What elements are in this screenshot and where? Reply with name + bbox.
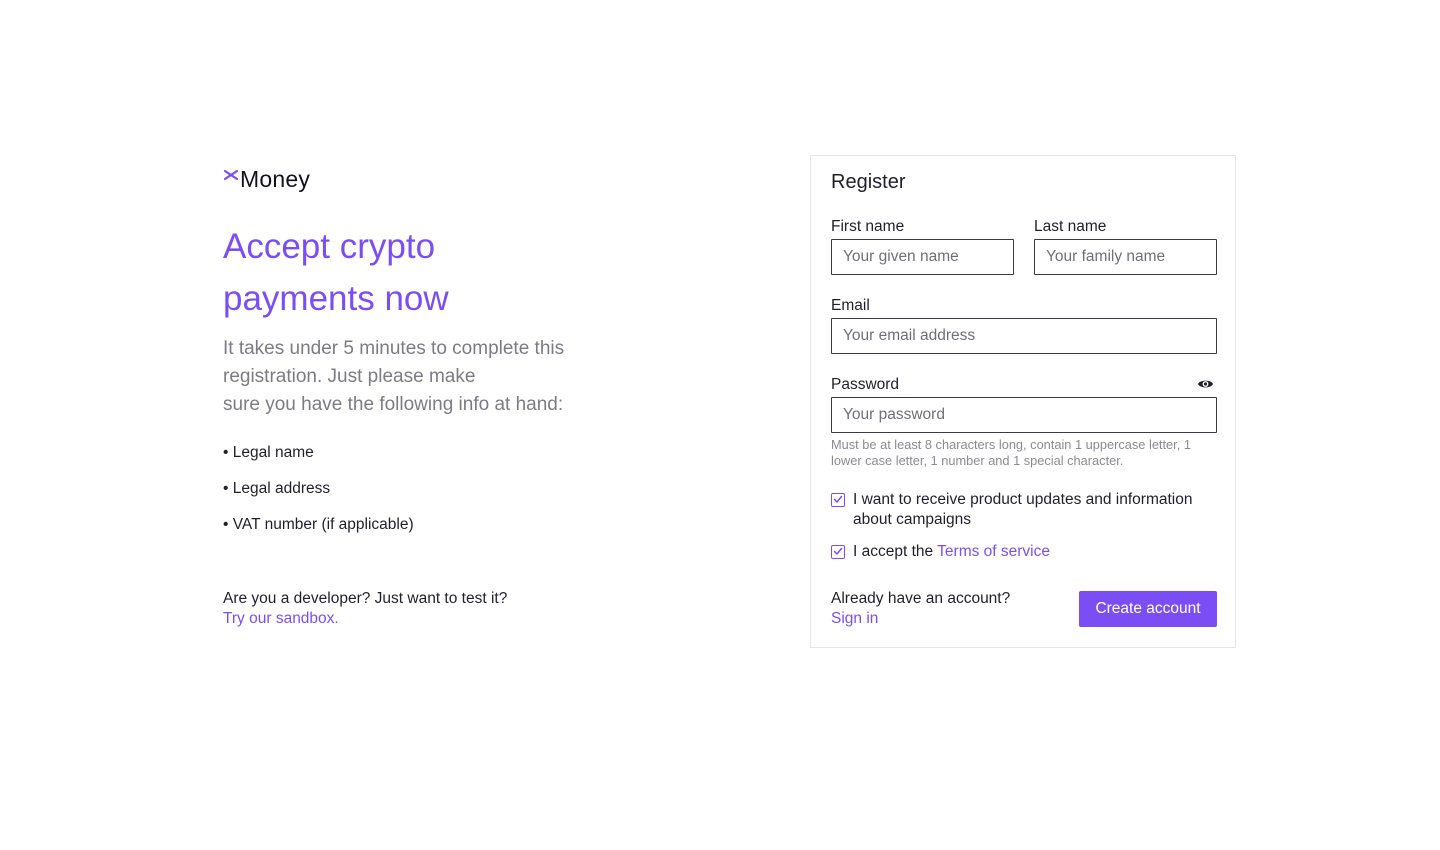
- sign-in-link[interactable]: Sign in: [831, 609, 1010, 629]
- updates-consent-label: I want to receive product updates and in…: [853, 491, 1193, 528]
- terms-consent-label: I accept the Terms of service: [853, 542, 1050, 562]
- email-label: Email: [831, 297, 870, 314]
- terms-of-service-link[interactable]: Terms of service: [937, 543, 1050, 560]
- intro-line: It takes under 5 minutes to complete thi…: [223, 338, 565, 359]
- first-name-input[interactable]: [831, 239, 1014, 275]
- password-hint: Must be at least 8 characters long, cont…: [831, 437, 1191, 468]
- updates-checkbox[interactable]: [831, 493, 845, 507]
- password-input[interactable]: [831, 397, 1217, 433]
- terms-prefix: I accept the: [853, 543, 934, 560]
- terms-checkbox[interactable]: [831, 545, 845, 559]
- terms-consent-row: I accept the Terms of service: [831, 542, 1050, 562]
- logo: Money: [223, 165, 643, 193]
- marketing-panel: Money Accept crypto payments now It take…: [223, 165, 643, 551]
- intro-line: sure you have the following info at hand…: [223, 394, 564, 415]
- list-item: • Legal name: [223, 444, 314, 461]
- eye-icon[interactable]: [1197, 377, 1214, 391]
- last-name-label: Last name: [1034, 218, 1107, 235]
- register-card: Register First name Last name Email Pass…: [810, 155, 1236, 648]
- register-title: Register: [831, 171, 906, 193]
- first-name-label: First name: [831, 218, 905, 235]
- updates-consent-row: I want to receive product updates and in…: [831, 490, 1231, 530]
- password-label: Password: [831, 376, 900, 393]
- required-info-list: • Legal name • Legal address • VAT numbe…: [223, 443, 643, 535]
- intro-text: It takes under 5 minutes to complete thi…: [223, 335, 613, 419]
- list-item: • VAT number (if applicable): [223, 516, 414, 533]
- sandbox-link[interactable]: Try our sandbox.: [223, 609, 507, 629]
- developer-question: Are you a developer? Just want to test i…: [223, 590, 508, 607]
- list-item: • Legal address: [223, 480, 331, 497]
- registration-page: Money Accept crypto payments now It take…: [0, 0, 1440, 850]
- email-input[interactable]: [831, 318, 1217, 354]
- already-account-text: Already have an account?: [831, 590, 1011, 607]
- last-name-input[interactable]: [1034, 239, 1217, 275]
- checkmark-icon: [833, 547, 843, 555]
- logo-text: Money: [240, 166, 311, 192]
- page-headline: Accept crypto payments now: [223, 227, 449, 318]
- developer-note: Are you a developer? Just want to test i…: [223, 589, 507, 629]
- sign-in-prompt: Already have an account? Sign in: [831, 589, 1010, 629]
- logo-mark-icon: [223, 169, 239, 181]
- create-account-button[interactable]: Create account: [1079, 591, 1217, 627]
- checkmark-icon: [833, 495, 843, 503]
- intro-line: registration. Just please make: [223, 366, 476, 387]
